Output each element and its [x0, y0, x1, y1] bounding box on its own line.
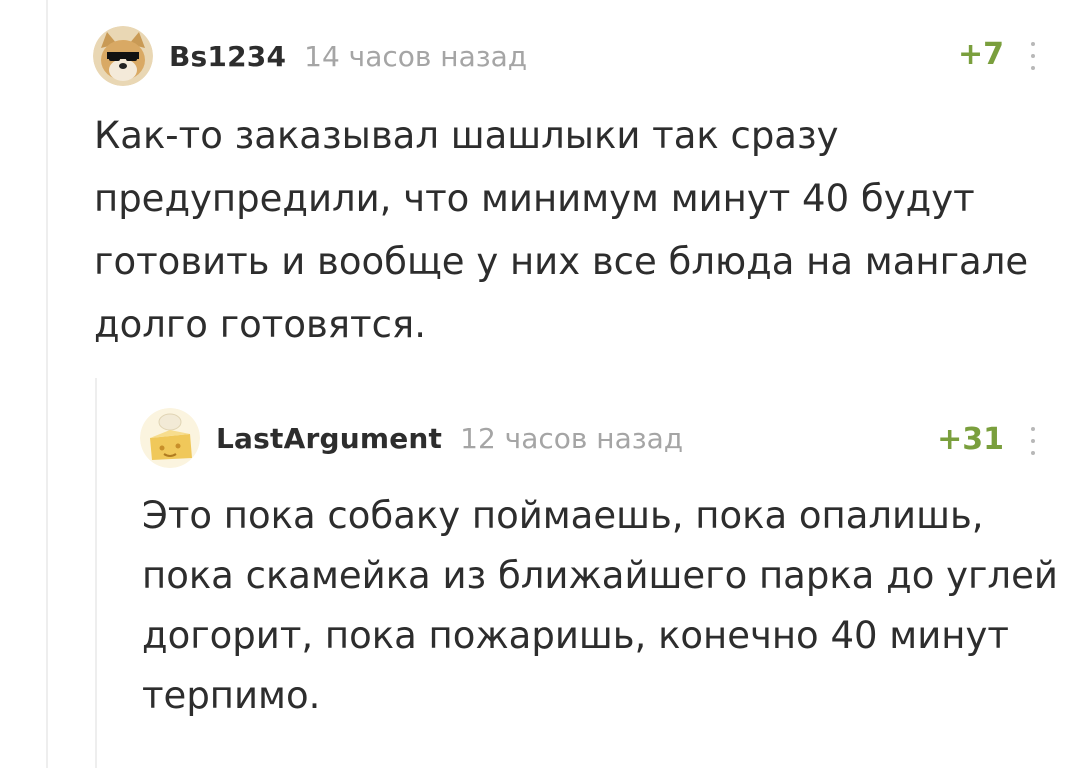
- more-options-icon[interactable]: [1030, 42, 1036, 70]
- chef-cheese-avatar-icon: [140, 408, 200, 468]
- comment-rating[interactable]: +7: [958, 37, 1004, 72]
- comment-text: Как-то заказывал шашлыки так сразу преду…: [94, 114, 1029, 346]
- reply-author[interactable]: LastArgument: [216, 422, 442, 455]
- comment-time[interactable]: 14 часов назад: [304, 40, 527, 73]
- user-avatar[interactable]: [93, 26, 153, 86]
- reply-text: Это пока собаку поймаешь, пока опалишь, …: [142, 494, 1058, 717]
- comment-header: Bs1234 14 часов назад: [93, 24, 527, 88]
- comment-author[interactable]: Bs1234: [169, 40, 286, 73]
- user-avatar[interactable]: [140, 408, 200, 468]
- thread-line[interactable]: [46, 0, 48, 768]
- reply-thread-line[interactable]: [95, 378, 97, 768]
- reply-rating[interactable]: +31: [937, 422, 1004, 457]
- reply-time[interactable]: 12 часов назад: [460, 422, 683, 455]
- doge-avatar-icon: [93, 26, 153, 86]
- more-options-icon[interactable]: [1030, 427, 1036, 455]
- reply-header: LastArgument 12 часов назад: [140, 408, 683, 468]
- comment-thread: Bs1234 14 часов назад +7 Как-то заказыва…: [0, 0, 1080, 768]
